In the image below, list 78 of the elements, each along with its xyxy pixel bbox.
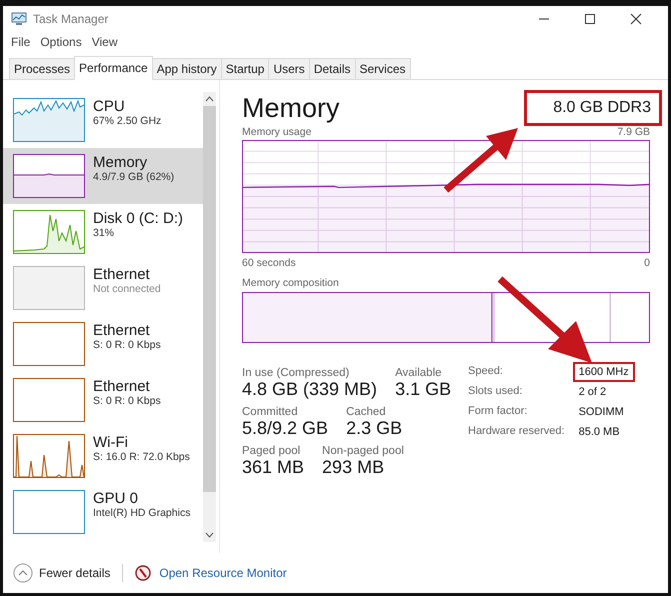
device-name: Wi-Fi <box>93 434 129 451</box>
device-detail: 4.9/7.9 GB (62%) <box>93 171 174 183</box>
scroll-up-icon[interactable] <box>205 96 214 102</box>
sidebar-item[interactable]: Ethernet S: 0 R: 0 Kbps <box>3 372 203 428</box>
tab[interactable]: Details <box>308 58 356 79</box>
spec-value: 2 of 2 <box>578 385 608 400</box>
chart-label: Memory composition <box>242 277 340 289</box>
device-detail: 31% <box>93 227 116 239</box>
tab[interactable]: Startup <box>220 58 270 79</box>
menu-item[interactable]: File <box>11 35 30 49</box>
menu-item[interactable]: Options <box>40 35 82 49</box>
monitor-graph-icon <box>11 12 27 26</box>
device-detail: Intel(R) HD Graphics <box>93 507 190 519</box>
graph-thumbnail <box>13 378 85 422</box>
tab[interactable]: Performance <box>74 56 153 80</box>
monitor-gauge-icon <box>135 565 152 581</box>
axis-end-label: 0 <box>644 257 650 269</box>
spec-value: 85.0 MB <box>578 425 621 440</box>
section-title: Memory <box>242 92 340 124</box>
graph-thumbnail <box>13 434 85 478</box>
device-name: CPU <box>93 98 126 115</box>
graph-thumbnail <box>13 154 85 198</box>
graph-thumbnail <box>13 490 85 534</box>
stat-value: 361 MB <box>242 457 304 478</box>
stat-label: Committed <box>242 406 299 418</box>
tab[interactable]: Services <box>354 58 411 79</box>
fewer-details-button[interactable]: Fewer details <box>13 563 110 583</box>
spec-label: Form factor: <box>468 404 528 419</box>
stat-label: In use (Compressed) <box>242 367 350 379</box>
spec-label: Hardware reserved: <box>468 424 565 439</box>
device-detail: 67% 2.50 GHz <box>93 115 162 127</box>
device-detail: S: 16.0 R: 72.0 Kbps <box>93 451 190 463</box>
window-title: Task Manager <box>33 12 108 26</box>
tab[interactable]: App history <box>152 58 222 79</box>
close-icon[interactable] <box>630 13 642 25</box>
time-span-label: 60 seconds <box>242 257 296 269</box>
spec-label: Speed: <box>468 364 504 379</box>
stat-value: 293 MB <box>322 457 386 478</box>
device-detail: S: 0 R: 0 Kbps <box>93 339 161 351</box>
resource-monitor-link[interactable]: Open Resource Monitor <box>159 566 287 580</box>
graph-thumbnail <box>13 266 85 310</box>
graph-thumbnail <box>13 210 85 254</box>
device-detail: S: 0 R: 0 Kbps <box>93 395 161 407</box>
stat-label: Available <box>395 367 443 379</box>
graph-thumbnail <box>13 322 85 366</box>
menu-item[interactable]: View <box>92 35 118 49</box>
tab[interactable]: Processes <box>9 58 76 79</box>
device-name: Memory <box>93 154 148 171</box>
sidebar-item[interactable]: GPU 0 Intel(R) HD Graphics <box>3 484 203 540</box>
device-name: Ethernet <box>93 266 151 283</box>
stat-label: Paged pool <box>242 445 302 457</box>
axis-max-label: 7.9 GB <box>617 126 650 138</box>
stat-value: 4.8 GB (339 MB) <box>242 379 378 400</box>
tab[interactable]: Users <box>268 58 310 79</box>
spec-label: Slots used: <box>468 384 524 399</box>
sidebar-item[interactable]: Ethernet S: 0 R: 0 Kbps <box>3 316 203 372</box>
memory-type: 8.0 GB DDR3 <box>524 90 662 126</box>
device-name: GPU 0 <box>93 490 140 507</box>
stat-value: 5.8/9.2 GB <box>242 418 328 439</box>
graph-thumbnail <box>13 98 85 142</box>
device-name: Ethernet <box>93 322 151 339</box>
spec-value: 1600 MHz <box>572 362 635 382</box>
sidebar-item[interactable]: Wi-Fi S: 16.0 R: 72.0 Kbps <box>3 428 203 484</box>
device-name: Ethernet <box>93 378 151 395</box>
stat-value: 2.3 GB <box>346 418 402 439</box>
collapse-icon <box>13 563 33 583</box>
sidebar-item[interactable]: CPU 67% 2.50 GHz <box>3 92 203 148</box>
device-name: Disk 0 (C: D:) <box>93 210 183 227</box>
scroll-down-icon[interactable] <box>205 532 214 538</box>
stat-label: Non-paged pool <box>322 445 404 457</box>
maximize-icon[interactable] <box>584 13 596 25</box>
spec-value: SODIMM <box>578 405 625 420</box>
chart-label: Memory usage <box>242 126 312 138</box>
sidebar-item[interactable]: Memory 4.9/7.9 GB (62%) <box>3 148 203 204</box>
device-detail: Not connected <box>93 283 161 295</box>
stat-value: 3.1 GB <box>395 379 452 400</box>
stat-label: Cached <box>346 406 387 418</box>
sidebar-item[interactable]: Disk 0 (C: D:) 31% <box>3 204 203 260</box>
